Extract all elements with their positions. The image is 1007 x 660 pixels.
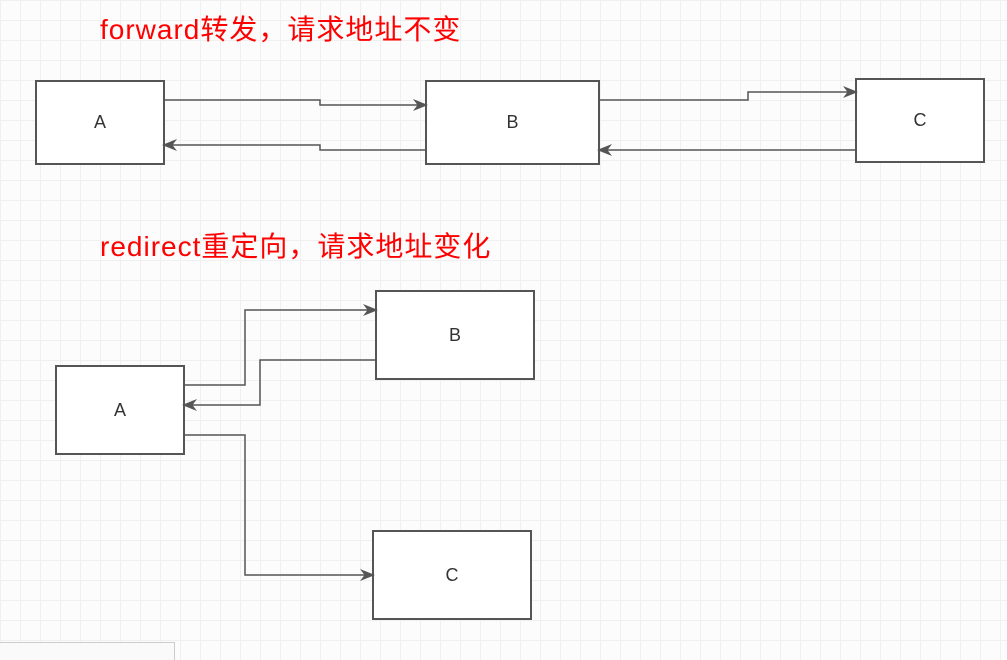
arrow-forward-b-to-c (600, 92, 855, 100)
title-forward: forward转发，请求地址不变 (100, 8, 461, 48)
title-redirect: redirect重定向，请求地址变化 (100, 225, 491, 265)
bottom-toolbar-fragment (0, 642, 175, 660)
arrow-redirect-b-to-a (185, 360, 375, 405)
forward-box-c: C (855, 78, 985, 163)
arrow-forward-a-to-b (165, 100, 425, 105)
forward-box-b: B (425, 80, 600, 165)
redirect-box-c: C (372, 530, 532, 620)
redirect-box-a: A (55, 365, 185, 455)
arrow-forward-b-to-a (165, 145, 425, 150)
redirect-box-b: B (375, 290, 535, 380)
forward-box-a: A (35, 80, 165, 165)
arrow-redirect-a-to-c (185, 435, 372, 575)
arrow-redirect-a-to-b (185, 310, 375, 385)
